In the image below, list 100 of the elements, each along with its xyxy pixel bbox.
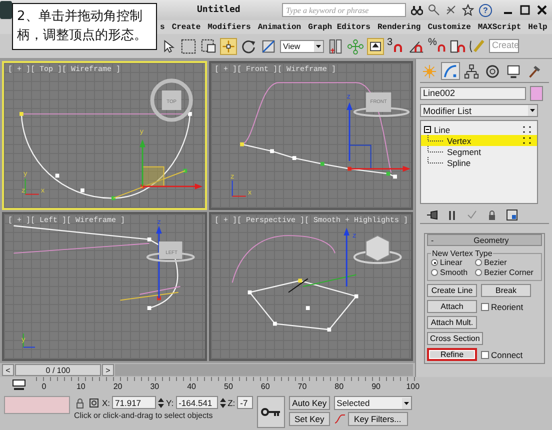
panel-button[interactable]: Refine: [427, 348, 477, 361]
checkbox-label: Connect: [491, 350, 523, 360]
help-button[interactable]: ?: [479, 4, 492, 16]
x-coordinate-field[interactable]: 71.917: [112, 396, 156, 409]
spinner-icon[interactable]: [158, 396, 164, 408]
set-key-button[interactable]: [257, 396, 286, 428]
spinner-icon[interactable]: [220, 396, 226, 408]
stack-row[interactable]: Vertex: [421, 135, 537, 146]
ruler-tick-label: 100: [405, 382, 421, 393]
menu-item[interactable]: Rendering: [377, 22, 421, 32]
magnet-icon: [436, 43, 446, 53]
ruler-tick-label: 30: [149, 382, 160, 393]
collapse-sign: -: [431, 236, 434, 244]
sub-object-icon: [523, 126, 531, 133]
radio-dot[interactable]: [475, 269, 482, 276]
modify-tab-icon: [443, 64, 458, 78]
pencil-icon[interactable]: [469, 38, 486, 54]
auto-key-button[interactable]: Auto Key: [289, 396, 330, 410]
manipulate-icon[interactable]: [367, 38, 384, 54]
snap-toggle[interactable]: %: [428, 37, 446, 55]
hierarchy-tab-icon: [464, 64, 479, 78]
script-listener-field[interactable]: [4, 396, 70, 414]
maximize-icon[interactable]: [519, 4, 531, 16]
pin-icon[interactable]: [426, 209, 438, 221]
checkbox[interactable]: [481, 302, 489, 310]
rollout-title: Geometry: [474, 236, 509, 244]
configure-icon[interactable]: [506, 209, 518, 221]
panel-button[interactable]: Create Line: [427, 284, 477, 297]
time-slider-thumb[interactable]: 0 / 100: [15, 364, 101, 376]
close-icon[interactable]: [536, 4, 548, 16]
radio-dot[interactable]: [431, 269, 438, 276]
menu-item[interactable]: Modifiers: [208, 22, 251, 32]
rollout-header[interactable]: - Geometry: [427, 234, 542, 246]
radio-dot[interactable]: [431, 259, 438, 266]
checkbox[interactable]: [481, 350, 489, 358]
stack-row[interactable]: Spline: [421, 157, 537, 168]
z-coordinate-field[interactable]: -7: [237, 396, 254, 409]
create-tab-icon: [422, 64, 437, 78]
motion-tab-icon: [485, 64, 500, 78]
binoculars-icon[interactable]: [411, 4, 423, 16]
ruler-tick-label: 70: [296, 382, 308, 393]
previous-frame-button[interactable]: <: [2, 364, 14, 376]
ruler-tick-label: 90: [370, 382, 382, 393]
radio-option[interactable]: Bezier Corner: [475, 268, 538, 277]
search-field[interactable]: Type a keyword or phrase: [282, 3, 406, 17]
utilities-tab-icon: [527, 64, 542, 78]
panel-button[interactable]: Attach: [427, 300, 477, 313]
lock-icon[interactable]: [486, 209, 498, 221]
set-key-mode-button[interactable]: Set Key: [289, 412, 330, 426]
scale-icon[interactable]: [260, 38, 277, 54]
magnet-icon: [392, 43, 403, 53]
menu-item[interactable]: Create: [172, 22, 201, 32]
radio-option[interactable]: Bezier: [475, 258, 538, 267]
spinner-snap-icon[interactable]: [449, 38, 466, 54]
move-icon[interactable]: [220, 38, 237, 54]
panel-button[interactable]: Cross Section: [427, 332, 483, 345]
key-mode-dropdown[interactable]: Selected: [334, 396, 412, 410]
window-title: Untitled: [197, 5, 242, 15]
sub-object-icon: [523, 137, 531, 144]
panel-button[interactable]: Attach Mult.: [427, 316, 477, 329]
object-name-field[interactable]: Line002: [420, 87, 526, 100]
lock-icon[interactable]: [74, 396, 86, 408]
modifier-list-dropdown[interactable]: Modifier List: [420, 104, 538, 117]
link-nodes-icon[interactable]: [347, 38, 364, 54]
panel-button[interactable]: Break: [481, 284, 531, 297]
region-select-icon[interactable]: [180, 38, 197, 54]
star-icon[interactable]: [462, 4, 474, 16]
collapse-icon[interactable]: [424, 126, 431, 133]
radio-option[interactable]: Smooth: [431, 268, 472, 277]
menu-item[interactable]: MAXScript: [478, 22, 522, 32]
snap-toggle[interactable]: 3: [387, 37, 405, 55]
transform-mode-icon[interactable]: [88, 396, 100, 408]
stack-item[interactable]: Segment: [447, 146, 482, 156]
panel-tab[interactable]: [483, 62, 502, 80]
group-title: New Vertex Type: [431, 249, 494, 258]
object-color-swatch[interactable]: [530, 86, 543, 101]
key-filters-button[interactable]: Key Filters...: [348, 412, 408, 426]
radio-option[interactable]: Linear: [431, 258, 472, 267]
menu-item[interactable]: s: [160, 22, 165, 32]
menu-item[interactable]: Graph Editors: [308, 22, 370, 32]
stack-item[interactable]: Line: [434, 124, 450, 134]
view-dropdown[interactable]: View: [280, 40, 324, 52]
panel-tab[interactable]: [462, 62, 481, 80]
menu-item[interactable]: Animation: [258, 22, 302, 32]
window-crossing-icon[interactable]: [200, 38, 217, 54]
menu-item[interactable]: Help: [528, 22, 548, 32]
y-coordinate-field[interactable]: -164.541: [176, 396, 218, 409]
menu-item[interactable]: Customize: [428, 22, 471, 32]
next-frame-button[interactable]: >: [102, 364, 114, 376]
ruler-tick-label: 20: [112, 382, 124, 393]
tangent-icon[interactable]: [334, 413, 346, 425]
stack-row[interactable]: Segment: [421, 146, 537, 157]
rotate-icon[interactable]: [240, 38, 257, 54]
curve-editor-icon[interactable]: [12, 379, 26, 391]
radio-dot[interactable]: [475, 259, 482, 266]
checkmark-icon[interactable]: [466, 209, 478, 221]
pivot-icon[interactable]: [327, 38, 344, 54]
stack-item[interactable]: Vertex: [447, 136, 472, 146]
stack-item[interactable]: Spline: [447, 158, 471, 168]
coordinate-label: Y:: [166, 398, 174, 408]
